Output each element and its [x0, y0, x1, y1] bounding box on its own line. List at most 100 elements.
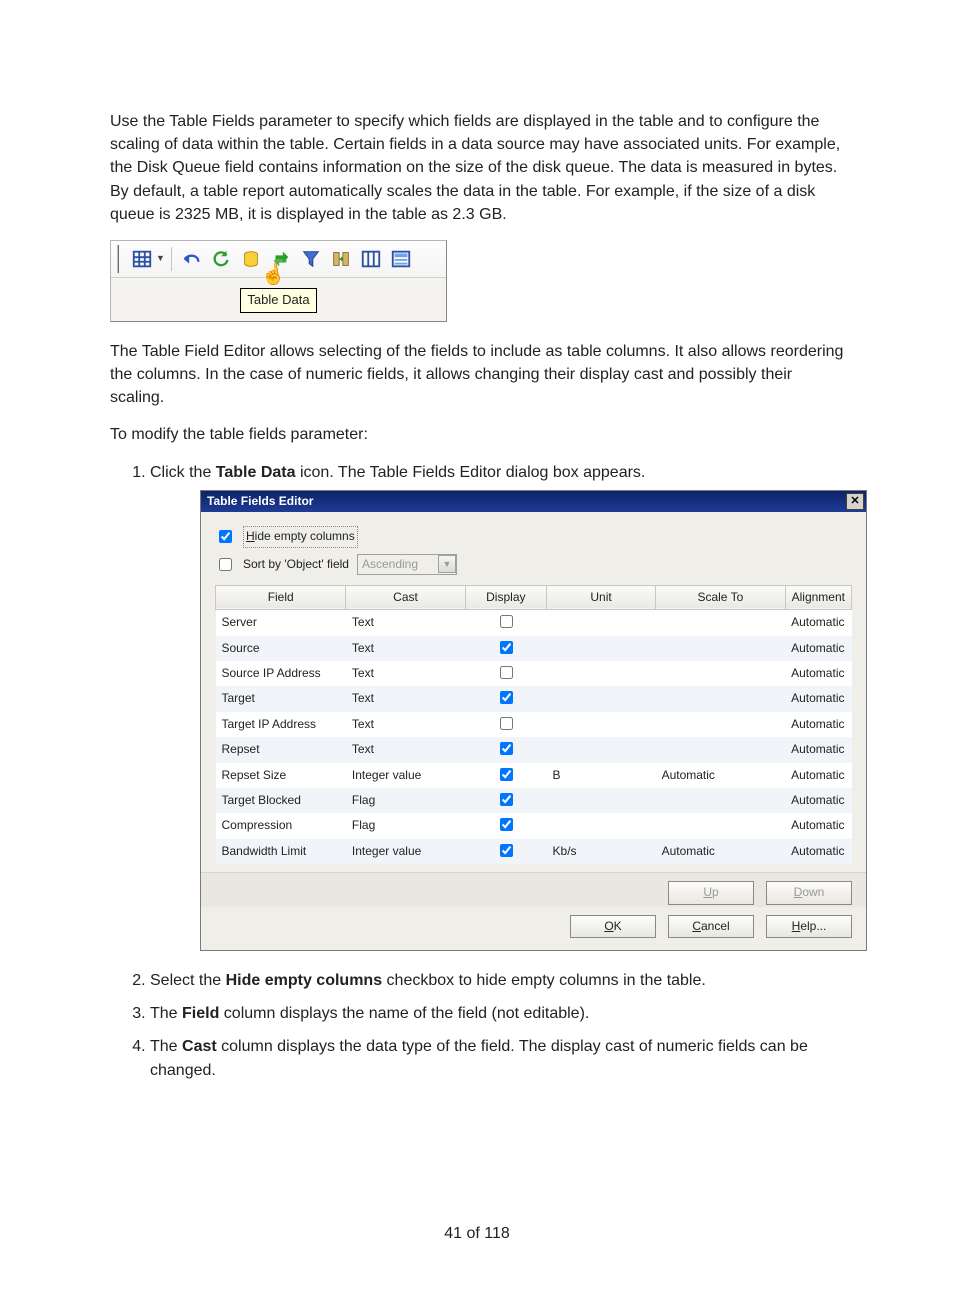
cell-scale-to: Automatic — [656, 839, 786, 864]
cell-field: Bandwidth Limit — [216, 839, 346, 864]
refresh-icon[interactable] — [208, 246, 234, 272]
filter-icon[interactable] — [298, 246, 324, 272]
col-header-field[interactable]: Field — [216, 585, 346, 609]
table-data-icon[interactable] — [238, 246, 264, 272]
cell-field: Source IP Address — [216, 661, 346, 686]
cell-display[interactable] — [465, 686, 546, 711]
table-row[interactable]: Target IP AddressTextAutomatic — [216, 712, 852, 737]
cell-unit — [547, 813, 656, 838]
cell-alignment: Automatic — [785, 788, 851, 813]
table-row[interactable]: CompressionFlagAutomatic — [216, 813, 852, 838]
step-4-a: The — [150, 1038, 182, 1055]
cell-unit — [547, 737, 656, 762]
col-header-cast[interactable]: Cast — [346, 585, 465, 609]
undo-icon[interactable] — [178, 246, 204, 272]
cell-unit — [547, 636, 656, 661]
hide-empty-columns-checkbox[interactable] — [219, 530, 232, 543]
dropdown-caret-icon[interactable]: ▼ — [156, 252, 165, 265]
display-checkbox[interactable] — [500, 691, 513, 704]
display-checkbox[interactable] — [500, 844, 513, 857]
step-4: The Cast column displays the data type o… — [150, 1035, 844, 1081]
cell-cast: Flag — [346, 788, 465, 813]
cell-display[interactable] — [465, 636, 546, 661]
up-button[interactable]: Up — [668, 881, 754, 904]
step-1-b: Table Data — [216, 464, 296, 481]
swap-icon[interactable] — [268, 246, 294, 272]
display-checkbox[interactable] — [500, 742, 513, 755]
cell-alignment: Automatic — [785, 839, 851, 864]
table-row[interactable]: Target BlockedFlag Automatic — [216, 788, 852, 813]
cell-scale-to — [656, 661, 786, 686]
display-checkbox[interactable] — [500, 641, 513, 654]
cell-display[interactable] — [465, 839, 546, 864]
cancel-button[interactable]: Cancel — [668, 915, 754, 938]
display-checkbox[interactable] — [500, 793, 513, 806]
table-row[interactable]: Bandwidth LimitInteger valueKb/sAutomati… — [216, 839, 852, 864]
close-icon[interactable]: ✕ — [846, 493, 864, 510]
cell-display[interactable] — [465, 788, 546, 813]
table-row[interactable]: ServerTextAutomatic — [216, 610, 852, 636]
cell-display[interactable] — [465, 712, 546, 737]
cell-alignment: Automatic — [785, 686, 851, 711]
toolbar-separator — [171, 247, 172, 271]
cell-alignment: Automatic — [785, 610, 851, 636]
cell-unit: B — [547, 763, 656, 788]
display-checkbox[interactable] — [500, 615, 513, 628]
table-row[interactable]: RepsetTextAutomatic — [216, 737, 852, 762]
step-2-a: Select the — [150, 972, 226, 989]
col-header-scale-to[interactable]: Scale To — [656, 585, 786, 609]
fields-table: Field Cast Display Unit Scale To Alignme… — [215, 585, 852, 864]
step-1-c: icon. The Table Fields Editor dialog box… — [296, 464, 646, 481]
table-row[interactable]: Repset SizeInteger valueBAutomaticAutoma… — [216, 763, 852, 788]
cell-cast: Text — [346, 686, 465, 711]
cell-unit — [547, 610, 656, 636]
display-checkbox[interactable] — [500, 768, 513, 781]
cell-cast: Text — [346, 636, 465, 661]
step-4-b: Cast — [182, 1038, 217, 1055]
table-icon[interactable] — [129, 246, 155, 272]
table-row[interactable]: TargetTextAutomatic — [216, 686, 852, 711]
cell-field: Repset — [216, 737, 346, 762]
col-header-display[interactable]: Display — [465, 585, 546, 609]
move-column-icon[interactable] — [328, 246, 354, 272]
cell-field: Server — [216, 610, 346, 636]
table-columns-icon[interactable] — [358, 246, 384, 272]
cell-display[interactable] — [465, 661, 546, 686]
display-checkbox[interactable] — [500, 666, 513, 679]
cell-field: Repset Size — [216, 763, 346, 788]
step-2-b: Hide empty columns — [226, 972, 382, 989]
page-number: 41 of 118 — [110, 1222, 844, 1245]
cell-cast: Integer value — [346, 839, 465, 864]
step-3-a: The — [150, 1005, 182, 1022]
cell-field: Compression — [216, 813, 346, 838]
cell-display[interactable] — [465, 813, 546, 838]
cell-field: Target IP Address — [216, 712, 346, 737]
col-header-alignment[interactable]: Alignment — [785, 585, 851, 609]
chevron-down-icon: ▼ — [438, 555, 456, 573]
layout-icon[interactable] — [388, 246, 414, 272]
sort-by-object-checkbox[interactable] — [219, 558, 232, 571]
col-header-unit[interactable]: Unit — [547, 585, 656, 609]
cell-unit: Kb/s — [547, 839, 656, 864]
cell-display[interactable] — [465, 763, 546, 788]
help-button[interactable]: Help... — [766, 915, 852, 938]
sort-by-object-label: Sort by 'Object' field — [243, 556, 349, 573]
cell-display[interactable] — [465, 610, 546, 636]
sort-direction-combo: Ascending ▼ — [357, 554, 457, 575]
display-checkbox[interactable] — [500, 818, 513, 831]
ok-button[interactable]: OK — [570, 915, 656, 938]
intro-paragraph-2: The Table Field Editor allows selecting … — [110, 340, 844, 410]
cell-cast: Flag — [346, 813, 465, 838]
table-row[interactable]: SourceTextAutomatic — [216, 636, 852, 661]
cell-field: Target Blocked — [216, 788, 346, 813]
cell-cast: Text — [346, 712, 465, 737]
cell-display[interactable] — [465, 737, 546, 762]
cell-scale-to: Automatic — [656, 763, 786, 788]
step-3-b: Field — [182, 1005, 219, 1022]
tooltip: Table Data — [240, 288, 316, 313]
down-button[interactable]: Down — [766, 881, 852, 904]
display-checkbox[interactable] — [500, 717, 513, 730]
intro-paragraph-1: Use the Table Fields parameter to specif… — [110, 110, 844, 226]
intro-paragraph-3: To modify the table fields parameter: — [110, 423, 844, 446]
table-row[interactable]: Source IP AddressTextAutomatic — [216, 661, 852, 686]
